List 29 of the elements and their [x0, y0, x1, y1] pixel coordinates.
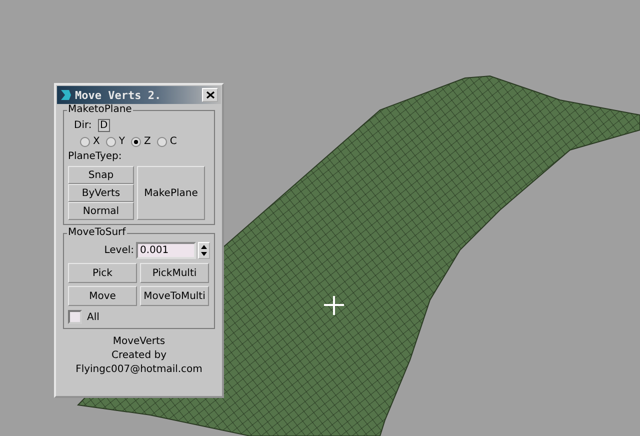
group-title: MoveToSurf [67, 227, 127, 238]
plane-type-button[interactable]: Normal [68, 202, 134, 220]
axis-radio[interactable]: X [80, 136, 100, 147]
app-logo-icon [60, 89, 72, 101]
level-label: Level: [104, 245, 134, 256]
dir-label: Dir: [74, 120, 92, 131]
plane-type-button[interactable]: ByVerts [68, 184, 134, 202]
action-button[interactable]: PickMulti [140, 263, 209, 283]
make-plane-button[interactable]: MakePlane [137, 166, 205, 220]
plane-type-label: PlaneTyep: [68, 151, 123, 162]
action-button[interactable]: MoveToMulti [140, 286, 209, 306]
dir-button[interactable]: D [98, 119, 110, 132]
window-title: Move Verts 2. [75, 88, 162, 102]
axis-radio[interactable]: Y [106, 136, 125, 147]
credit-text: Created by [111, 349, 167, 363]
group-title: MaketoPlane [67, 104, 133, 115]
axis-radio[interactable]: Z [130, 136, 151, 147]
action-button[interactable]: Move [68, 286, 137, 306]
close-button[interactable] [202, 88, 218, 102]
level-input-field[interactable]: 0.001 [136, 242, 196, 259]
credit-text: MoveVerts [112, 335, 166, 349]
spinner-icon[interactable] [198, 242, 210, 259]
action-button[interactable]: Pick [68, 263, 137, 283]
credit-text: Flyingc007@hotmail.com [76, 363, 202, 377]
all-checkbox[interactable]: All [68, 310, 210, 324]
close-icon [206, 91, 214, 99]
plane-type-button[interactable]: Snap [68, 166, 134, 184]
axis-radio[interactable]: C [156, 136, 177, 147]
crosshair-icon [323, 295, 345, 316]
